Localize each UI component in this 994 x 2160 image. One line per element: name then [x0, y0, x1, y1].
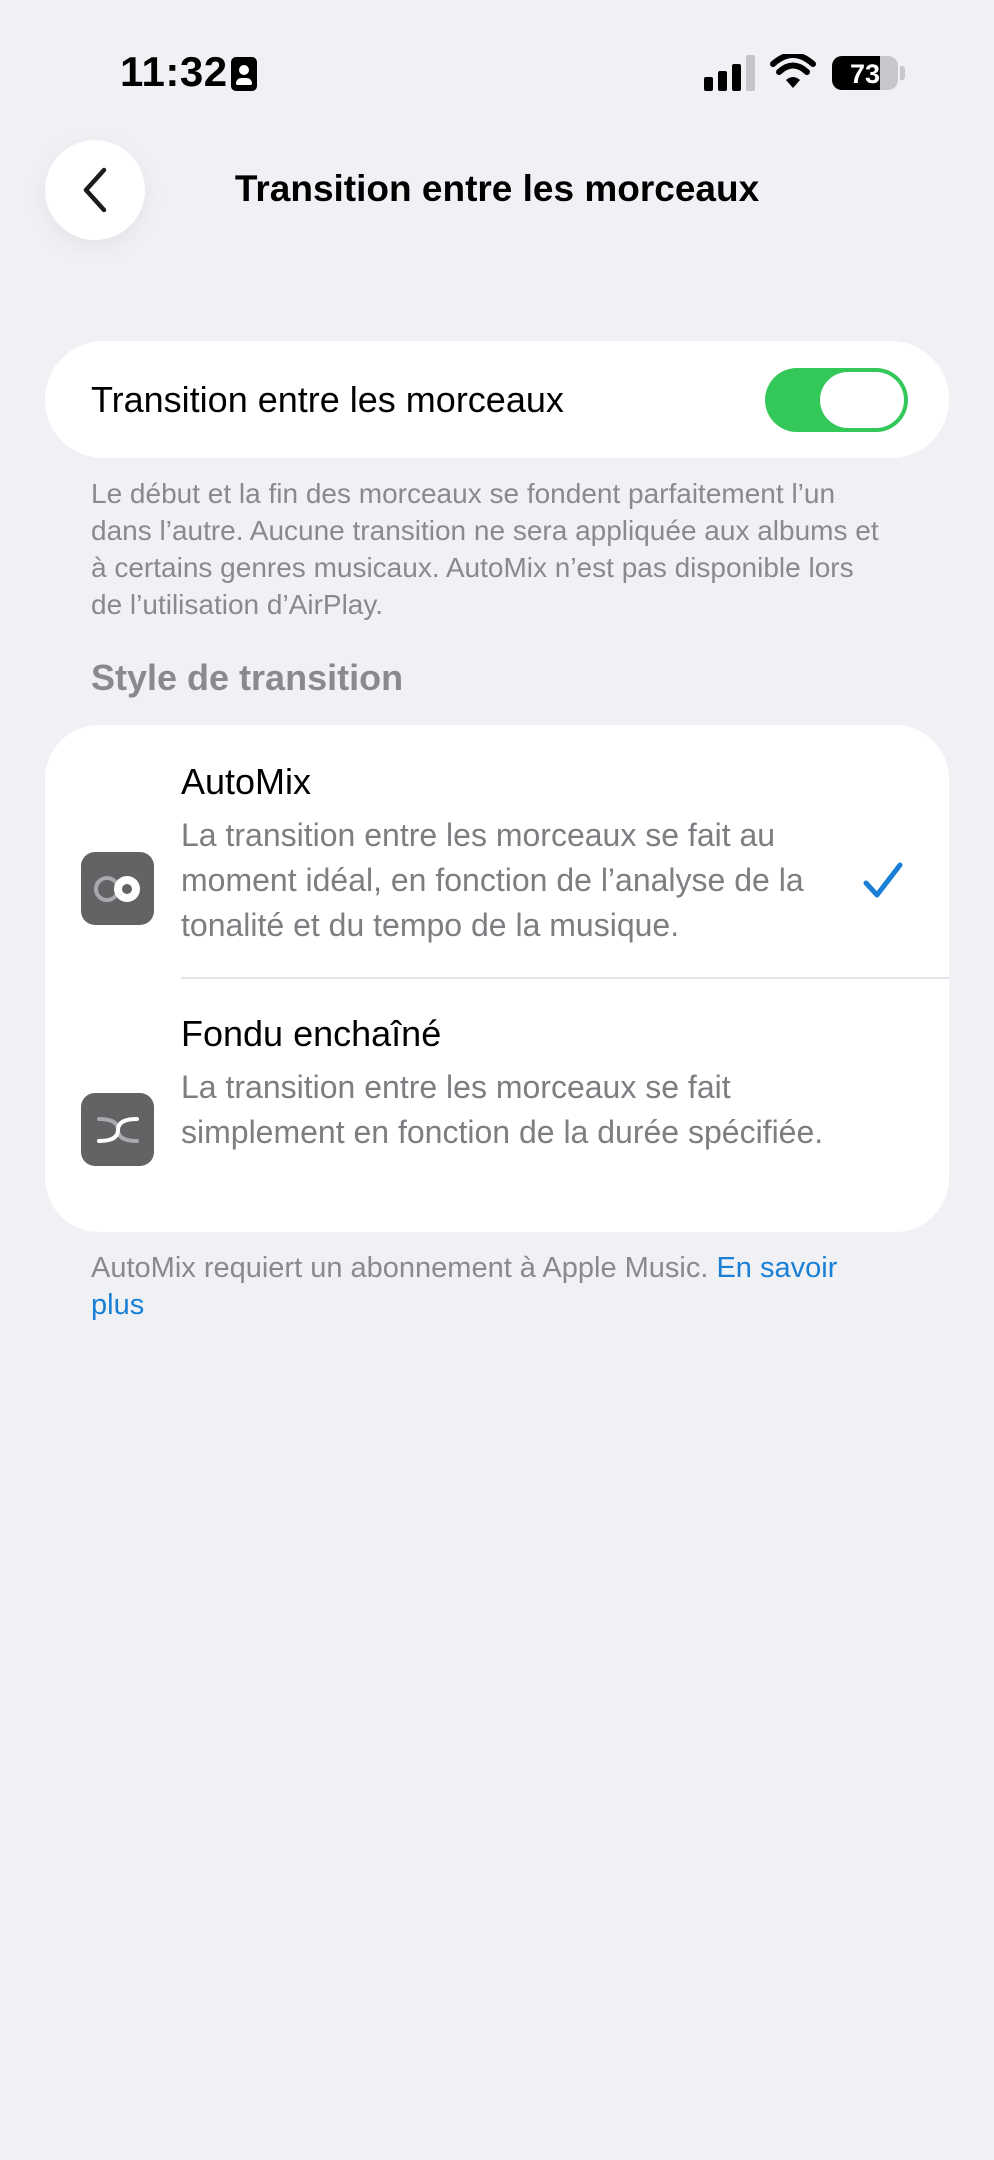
checkmark-icon — [863, 862, 903, 898]
transition-toggle-row: Transition entre les morceaux — [45, 341, 949, 458]
battery-percent: 73 — [849, 59, 881, 89]
page-title: Transition entre les morceaux — [234, 168, 760, 209]
crossfade-icon — [81, 1093, 154, 1166]
automix-icon — [81, 852, 154, 925]
option-title: Fondu enchaîné — [181, 1013, 442, 1054]
switch-knob — [820, 372, 904, 428]
contact-card-icon — [231, 57, 257, 91]
transition-toggle-label: Transition entre les morceaux — [91, 379, 564, 420]
wifi-icon — [770, 54, 816, 88]
option-description: La transition entre les morceaux se fait… — [181, 817, 804, 943]
option-automix[interactable]: AutoMix La transition entre les morceaux… — [45, 761, 949, 981]
option-crossfade[interactable]: Fondu enchaîné La transition entre les m… — [45, 1013, 949, 1213]
screen: 11:32 73 Transition entre les morceaux T… — [0, 0, 994, 2160]
subscription-footnote: AutoMix requiert un abonnement à Apple M… — [91, 1250, 851, 1324]
section-header-transition-style: Style de transition — [91, 657, 404, 698]
divider — [181, 977, 949, 979]
transition-description: Le début et la fin des morceaux se fonde… — [91, 478, 879, 620]
status-time: 11:32 — [120, 48, 228, 95]
transition-toggle-switch[interactable] — [765, 368, 908, 432]
option-title: AutoMix — [181, 761, 312, 802]
transition-style-list: AutoMix La transition entre les morceaux… — [45, 725, 949, 1232]
option-description: La transition entre les morceaux se fait… — [181, 1069, 824, 1150]
battery-tip — [900, 66, 905, 80]
subscription-text: AutoMix requiert un abonnement à Apple M… — [91, 1252, 717, 1284]
cellular-signal-icon — [704, 55, 756, 91]
battery-icon: 73 — [832, 56, 898, 90]
status-bar: 11:32 73 — [0, 0, 994, 130]
